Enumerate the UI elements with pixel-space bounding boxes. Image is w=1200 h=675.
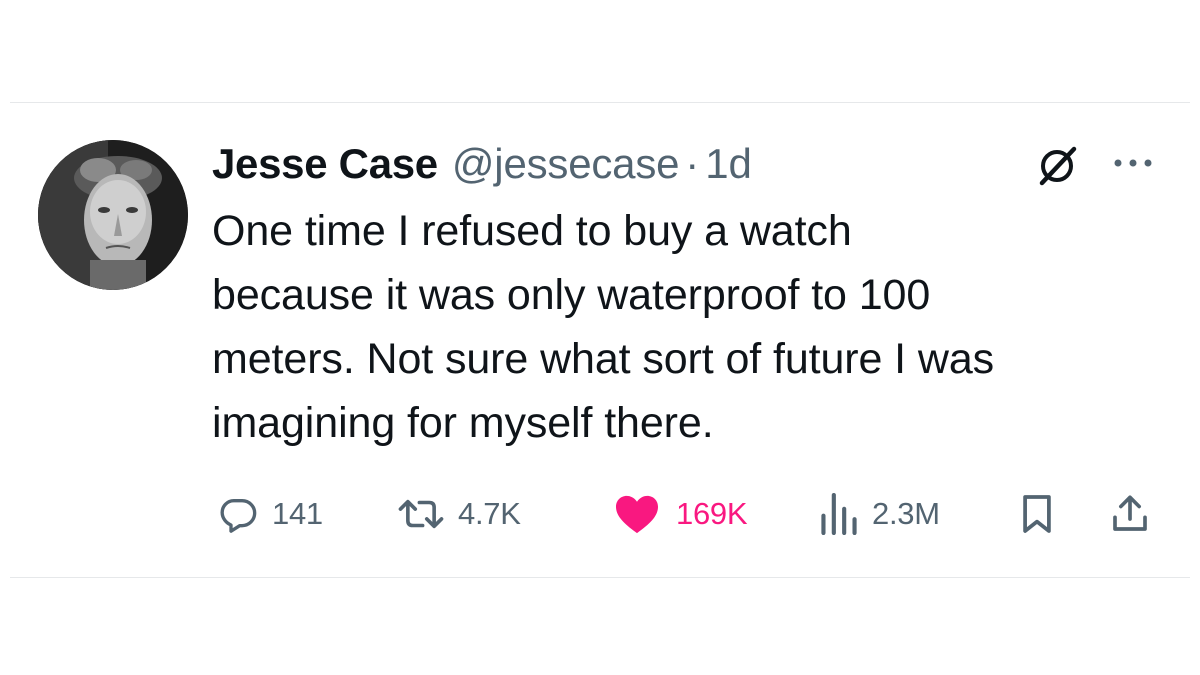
like-icon [614, 493, 660, 535]
separator-dot: · [685, 140, 700, 187]
tweet-header: Jesse Case @jessecase · 1d [212, 139, 752, 189]
reply-button[interactable]: 141 [218, 489, 323, 539]
reply-icon [218, 494, 258, 534]
reply-count: 141 [272, 496, 323, 531]
author-handle[interactable]: @jessecase [452, 139, 680, 189]
avatar-photo [38, 140, 188, 290]
retweet-icon [398, 494, 444, 534]
action-bar: 141 4.7K 169K 2.3M [212, 489, 1162, 539]
share-icon [1110, 493, 1150, 535]
author-display-name[interactable]: Jesse Case [212, 139, 438, 189]
bookmark-button[interactable] [1020, 489, 1054, 539]
timestamp[interactable]: 1d [705, 139, 752, 189]
more-icon[interactable] [1110, 151, 1156, 175]
views-button[interactable]: 2.3M [820, 489, 940, 539]
retweet-button[interactable]: 4.7K [398, 489, 521, 539]
tweet[interactable]: Jesse Case @jessecase · 1d One time I re… [0, 103, 1200, 577]
like-button[interactable]: 169K [614, 489, 748, 539]
views-icon [820, 493, 858, 535]
tweet-text: One time I refused to buy a watch becaus… [212, 207, 995, 447]
share-button[interactable] [1110, 489, 1150, 539]
retweet-count: 4.7K [458, 496, 521, 531]
bookmark-icon [1020, 493, 1054, 535]
like-count: 169K [676, 496, 748, 531]
avatar[interactable] [38, 140, 188, 290]
bottom-divider [10, 577, 1190, 578]
views-count: 2.3M [872, 496, 940, 531]
grok-icon[interactable] [1032, 141, 1082, 191]
